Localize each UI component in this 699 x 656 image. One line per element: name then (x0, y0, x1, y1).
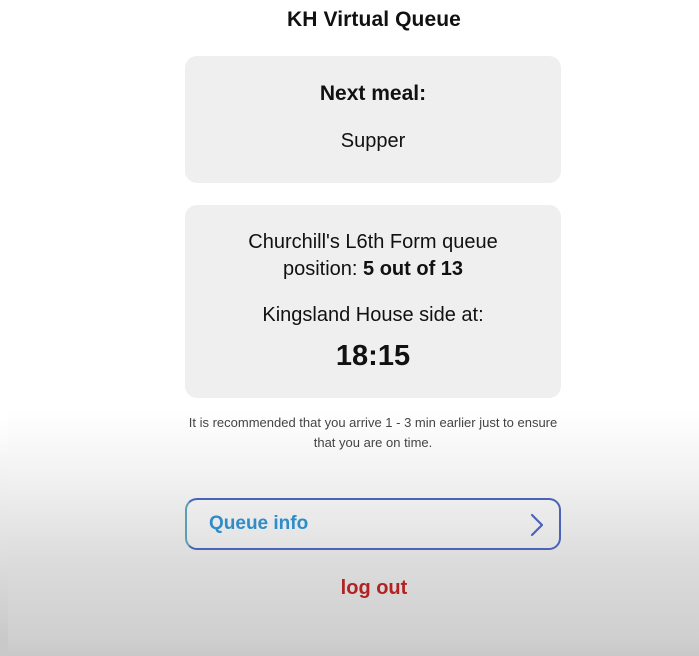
queue-position-card: Churchill's L6th Form queue position: 5 … (185, 205, 561, 398)
queue-name: Churchill's L6th Form queue (248, 231, 498, 253)
app-title: KH Virtual Queue (287, 8, 461, 31)
side-label: Kingsland House side at: (262, 304, 484, 326)
next-meal-card: Next meal: Supper (185, 56, 561, 183)
queue-position-value: 5 out of 13 (363, 258, 464, 280)
queue-info-label: Queue info (209, 513, 309, 534)
queue-info-button[interactable]: Queue info (185, 498, 561, 550)
next-meal-value: Supper (340, 130, 406, 152)
queue-position: position: 5 out of 13 (185, 258, 561, 281)
logout-link[interactable]: log out (0, 577, 699, 600)
chevron-right-icon (530, 513, 544, 537)
page-edge-shade (0, 0, 8, 656)
queue-position-prefix: position: (282, 258, 364, 280)
arrival-recommendation: It is recommended that you arrive 1 - 3 … (188, 415, 558, 450)
queue-time: 18:15 (335, 340, 411, 372)
next-meal-heading: Next meal: (319, 82, 427, 105)
